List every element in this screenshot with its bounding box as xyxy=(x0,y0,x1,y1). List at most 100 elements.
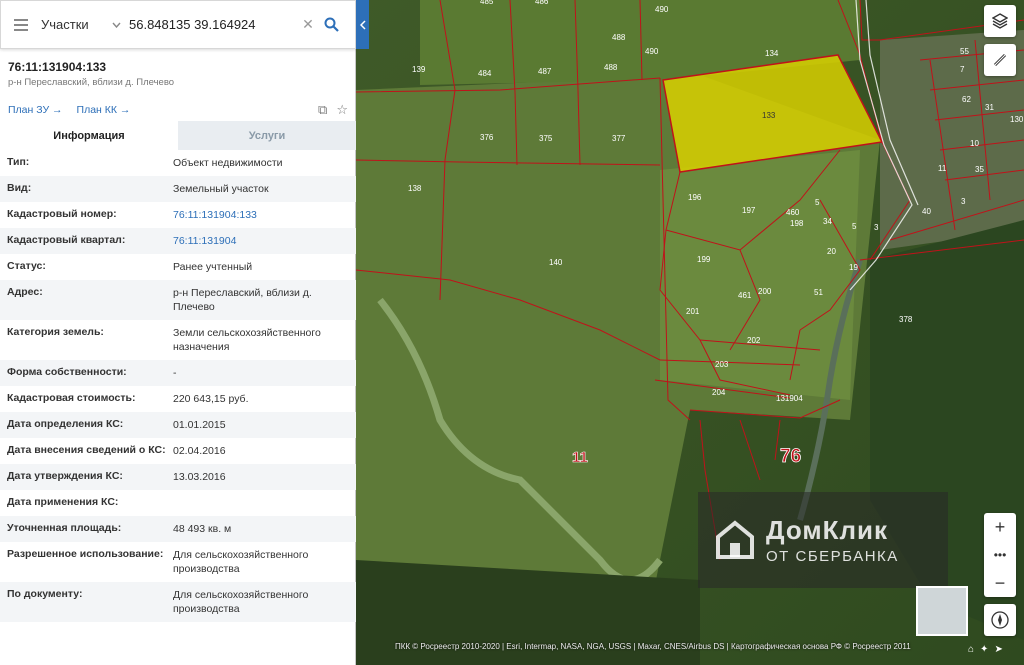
domclick-logo-icon xyxy=(716,520,754,559)
object-subtitle: р-н Переславский, вблизи д. Плечево xyxy=(8,77,175,88)
property-row: Разрешенное использование: Для сельскохоз… xyxy=(0,542,356,582)
plot-label: 484 xyxy=(478,69,492,78)
plot-label: 485 xyxy=(480,0,494,6)
plot-label: 134 xyxy=(765,49,779,58)
chevron-down-icon[interactable] xyxy=(107,1,125,48)
search-bar: Участки ✕ xyxy=(0,0,356,49)
zoom-controls: + ••• − xyxy=(984,513,1016,597)
close-icon[interactable]: ✕ xyxy=(299,16,317,33)
home-icon[interactable]: ⌂ xyxy=(968,644,974,655)
plot-label: 133 xyxy=(762,111,776,120)
collapse-panel-button[interactable] xyxy=(356,0,369,49)
measure-button[interactable] xyxy=(984,44,1016,76)
property-key: Дата применения КС: xyxy=(7,496,119,508)
plot-label: 7 xyxy=(960,65,965,74)
plot-label: 375 xyxy=(539,134,553,143)
property-value: 02.04.2016 xyxy=(173,445,226,457)
plot-label: 5 xyxy=(852,222,857,231)
compass-button[interactable] xyxy=(984,604,1016,636)
tab-services[interactable]: Услуги xyxy=(178,121,356,150)
plot-label: 40 xyxy=(922,207,931,216)
plot-label: 490 xyxy=(645,47,659,56)
plot-label: 199 xyxy=(697,255,711,264)
property-row: Адрес: р-н Переславский, вблизи д. Плечев… xyxy=(0,280,356,320)
plan-kk-link[interactable]: План КК → xyxy=(77,104,131,116)
menu-icon[interactable] xyxy=(1,1,41,48)
plot-label: 203 xyxy=(715,360,729,369)
star-icon[interactable]: ☆ xyxy=(336,102,348,118)
bottom-icons: ⌂ ✦ ➤ xyxy=(968,644,1003,655)
plot-label: 130 xyxy=(1010,115,1024,124)
plot-label: 3 xyxy=(874,223,879,232)
property-key: Форма собственности: xyxy=(7,366,127,378)
property-row: Кадастровая стоимость: 220 643,15 руб. xyxy=(0,386,356,412)
plot-label: 35 xyxy=(975,165,984,174)
property-value xyxy=(173,490,349,516)
map-attribution: ПКК © Росреестр 2010-2020 | Esri, Interm… xyxy=(395,642,911,651)
plan-links: План ЗУ → План КК → ⧉ ☆ xyxy=(0,101,356,119)
plot-label: 51 xyxy=(814,288,823,297)
property-row: Дата определения КС: 01.01.2015 xyxy=(0,412,356,438)
plot-label: 197 xyxy=(742,206,756,215)
plot-label: 11 xyxy=(938,164,947,173)
property-value[interactable]: 76:11:131904:133 xyxy=(173,202,349,228)
property-row: Тип: Объект недвижимости xyxy=(0,150,356,176)
search-type-select[interactable]: Участки xyxy=(41,17,107,32)
property-row: По документу: Для сельскохозяйственного п… xyxy=(0,582,356,622)
plot-label: 202 xyxy=(747,336,761,345)
plot-label: 19 xyxy=(849,263,858,272)
plot-label: 460 xyxy=(786,208,800,217)
plot-label: 201 xyxy=(686,307,700,316)
property-value: 13.03.2016 xyxy=(173,471,226,483)
property-key: Кадастровый квартал: xyxy=(7,234,126,246)
property-value: Ранее учтенный xyxy=(173,261,253,273)
zoom-out-button[interactable]: − xyxy=(984,569,1016,597)
plan-zu-link[interactable]: План ЗУ → xyxy=(8,104,63,116)
plot-label: 490 xyxy=(655,5,669,14)
plot-label: 31 xyxy=(985,103,994,112)
property-value: Земельный участок xyxy=(173,183,269,195)
plot-label: 461 xyxy=(738,291,752,300)
property-key: Статус: xyxy=(7,260,46,272)
plot-label: 55 xyxy=(960,47,969,56)
property-value: 48 493 кв. м xyxy=(173,523,232,535)
property-value: Для сельскохозяйственного производства xyxy=(173,549,309,575)
zoom-in-button[interactable]: + xyxy=(984,513,1016,541)
property-value: 220 643,15 руб. xyxy=(173,393,249,405)
more-button[interactable]: ••• xyxy=(984,541,1016,569)
plot-label: 5 xyxy=(815,198,820,207)
property-row: Кадастровый номер: 76:11:131904:133 xyxy=(0,202,356,228)
plot-label: 140 xyxy=(549,258,563,267)
location-icon[interactable]: ✦ xyxy=(980,644,988,655)
property-value[interactable]: 76:11:131904 xyxy=(173,228,349,254)
property-key: Кадастровый номер: xyxy=(7,208,117,220)
property-value: Земли сельскохозяйственного назначения xyxy=(173,327,321,353)
compass-icon xyxy=(991,611,1009,629)
plot-label: 487 xyxy=(538,67,552,76)
zone-label: 11 xyxy=(572,449,588,466)
navigate-icon[interactable]: ➤ xyxy=(994,644,1002,655)
plot-label: 488 xyxy=(612,33,626,42)
object-title: 76:11:131904:133 xyxy=(8,60,107,74)
plot-label: 198 xyxy=(790,219,804,228)
property-key: Вид: xyxy=(7,182,32,194)
minimap[interactable] xyxy=(916,586,968,636)
copy-icon[interactable]: ⧉ xyxy=(318,102,327,118)
property-key: Кадастровая стоимость: xyxy=(7,392,136,404)
tab-info[interactable]: Информация xyxy=(0,121,178,150)
plot-label: 62 xyxy=(962,95,971,104)
plot-label: 3 xyxy=(961,197,966,206)
search-button[interactable] xyxy=(317,1,345,48)
plot-label: 204 xyxy=(712,388,726,397)
watermark-subtitle: ОТ СБЕРБАНКА xyxy=(766,548,899,565)
plot-label: 138 xyxy=(408,184,422,193)
layers-button[interactable] xyxy=(984,5,1016,37)
plot-label: 376 xyxy=(480,133,494,142)
search-icon xyxy=(324,17,339,32)
plot-label: 139 xyxy=(412,65,426,74)
property-value: - xyxy=(173,367,177,379)
plot-label: 200 xyxy=(758,287,772,296)
plot-label: 131904 xyxy=(776,394,803,403)
search-input[interactable] xyxy=(129,17,299,32)
plot-label: 377 xyxy=(612,134,626,143)
